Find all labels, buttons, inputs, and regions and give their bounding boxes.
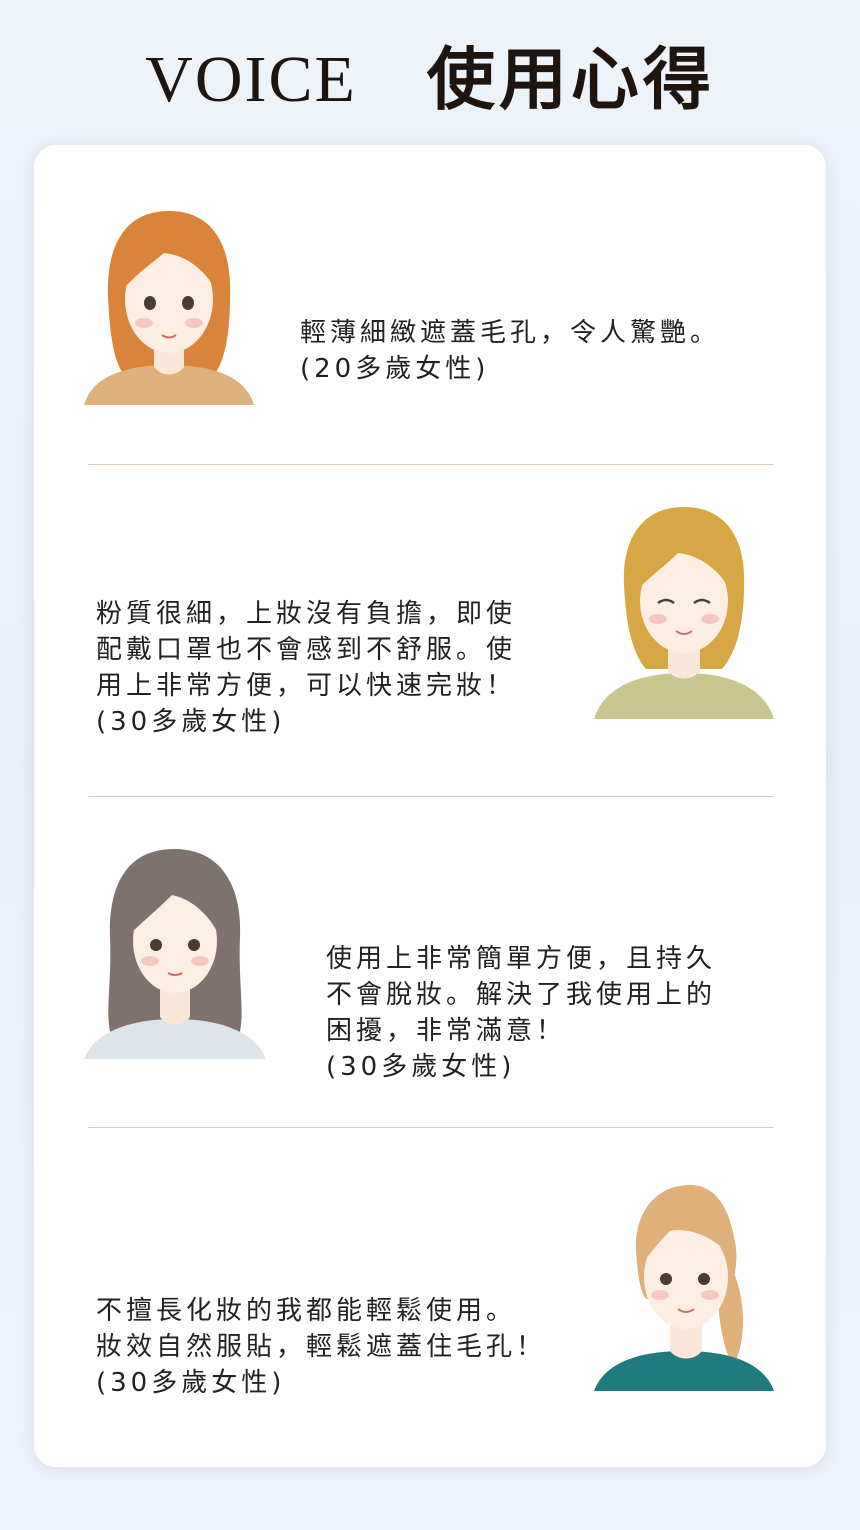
divider [88,1127,774,1128]
testimonial-card: 輕薄細緻遮蓋毛孔，令人驚艷。 (20多歲女性) 粉質很細，上妝沒有負擔，即使 配… [34,145,826,1467]
testimonial-4-quote: 不擅長化妝的我都能輕鬆使用。 妝效自然服貼，輕鬆遮蓋住毛孔！ [96,1296,547,1362]
woman-orange-hair-avatar [84,207,254,405]
woman-ponytail-avatar [594,1181,774,1391]
page-title: VOICE 使用心得 [0,40,860,120]
testimonial-2-quote: 粉質很細，上妝沒有負擔，即使 配戴口罩也不會感到不舒服。使 用上非常方便，可以快… [96,599,517,701]
testimonial-4-text: 不擅長化妝的我都能輕鬆使用。 妝效自然服貼，輕鬆遮蓋住毛孔！ (30多歲女性) [96,1257,596,1437]
testimonial-2-text: 粉質很細，上妝沒有負擔，即使 配戴口罩也不會感到不舒服。使 用上非常方便，可以快… [96,560,576,776]
testimonial-4-age: (30多歲女性) [96,1368,286,1398]
divider [88,464,774,465]
testimonial-3-age: (30多歲女性) [326,1052,516,1082]
woman-blonde-bob-avatar [594,505,774,719]
testimonial-3-text: 使用上非常簡單方便，且持久 不會脫妝。解決了我使用上的 困擾，非常滿意！ (30… [326,905,776,1121]
testimonial-2-age: (30多歲女性) [96,707,286,737]
divider [88,796,774,797]
testimonial-1-text: 輕薄細緻遮蓋毛孔，令人驚艷。 (20多歲女性) [300,279,780,423]
title-english: VOICE [145,43,357,116]
title-chinese: 使用心得 [426,40,715,120]
testimonial-1-age: (20多歲女性) [300,354,490,384]
testimonial-1-quote: 輕薄細緻遮蓋毛孔，令人驚艷。 [300,318,721,348]
woman-long-gray-hair-avatar [84,847,266,1059]
testimonial-3-quote: 使用上非常簡單方便，且持久 不會脫妝。解決了我使用上的 困擾，非常滿意！ [326,944,717,1046]
